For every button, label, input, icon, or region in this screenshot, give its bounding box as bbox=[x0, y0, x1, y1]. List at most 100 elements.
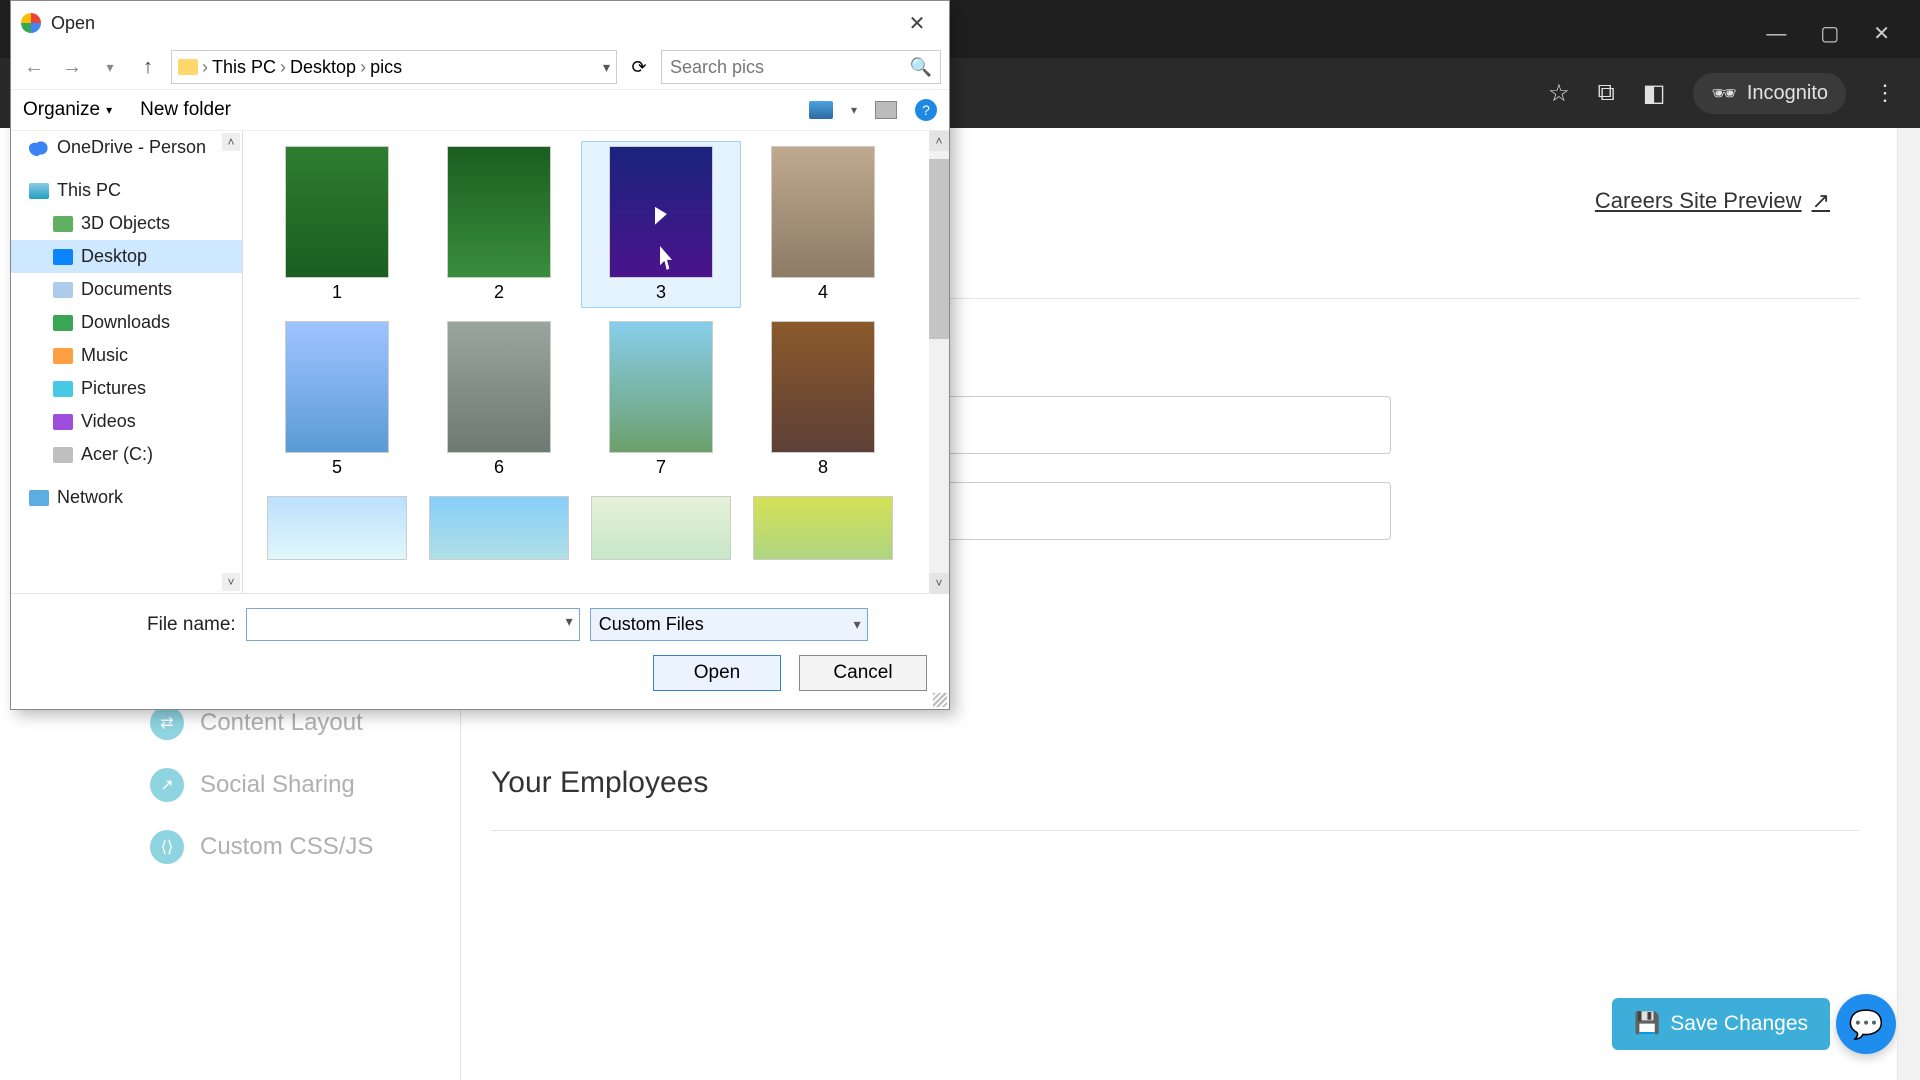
search-icon: 🔍 bbox=[910, 57, 932, 78]
thumbnail bbox=[267, 496, 407, 560]
window-close-icon[interactable]: ✕ bbox=[1873, 24, 1890, 44]
tree-desktop[interactable]: Desktop bbox=[11, 240, 242, 273]
thumbnail bbox=[285, 146, 389, 278]
open-button[interactable]: Open bbox=[653, 655, 781, 691]
file-item-partial[interactable] bbox=[581, 491, 741, 565]
search-input[interactable]: Search pics 🔍 bbox=[661, 50, 941, 84]
folder-tree: ˄ OneDrive - Person This PC 3D Objects D… bbox=[11, 131, 243, 593]
breadcrumb-dropdown-icon[interactable]: ▾ bbox=[603, 59, 610, 76]
sidepanel-icon[interactable]: ◧ bbox=[1643, 79, 1666, 108]
tree-scroll-down-icon[interactable]: ˅ bbox=[222, 573, 240, 591]
music-icon bbox=[53, 348, 73, 364]
dialog-close-button[interactable]: ✕ bbox=[895, 11, 939, 36]
file-name: 8 bbox=[818, 457, 828, 478]
resize-grip[interactable] bbox=[933, 693, 947, 707]
tree-network[interactable]: Network bbox=[11, 481, 242, 514]
file-type-select[interactable]: Custom Files bbox=[590, 608, 868, 641]
nav-dot-icon: ⟨⟩ bbox=[150, 830, 184, 864]
careers-preview-link[interactable]: Careers Site Preview ↗ bbox=[1595, 188, 1830, 214]
file-item-1[interactable]: 1 bbox=[257, 141, 417, 308]
help-icon[interactable]: ? bbox=[915, 99, 937, 121]
view-mode-button[interactable] bbox=[809, 101, 833, 119]
browser-menu-icon[interactable]: ⋮ bbox=[1874, 80, 1896, 106]
refresh-icon[interactable]: ⟳ bbox=[625, 57, 653, 78]
cloud-icon bbox=[29, 140, 49, 156]
thumbnail bbox=[285, 321, 389, 453]
save-changes-button[interactable]: 💾 Save Changes bbox=[1612, 998, 1830, 1050]
thumbnail bbox=[447, 321, 551, 453]
breadcrumb-desktop[interactable]: Desktop bbox=[290, 57, 356, 78]
tree-label: Desktop bbox=[81, 246, 147, 267]
file-item-3[interactable]: 3 bbox=[581, 141, 741, 308]
file-item-partial[interactable] bbox=[419, 491, 579, 565]
tree-this-pc[interactable]: This PC bbox=[11, 174, 242, 207]
tree-label: Acer (C:) bbox=[81, 444, 153, 465]
file-item-partial[interactable] bbox=[257, 491, 417, 565]
chevron-right-icon: › bbox=[360, 57, 366, 78]
file-item-2[interactable]: 2 bbox=[419, 141, 579, 308]
drive-icon bbox=[53, 447, 73, 463]
file-item-8[interactable]: 8 bbox=[743, 316, 903, 483]
preview-link-text: Careers Site Preview bbox=[1595, 188, 1802, 214]
nav-forward-icon[interactable]: → bbox=[57, 56, 87, 79]
new-folder-button[interactable]: New folder bbox=[140, 99, 231, 121]
breadcrumb-this-pc[interactable]: This PC bbox=[212, 57, 276, 78]
window-controls: — ▢ ✕ bbox=[1766, 24, 1890, 44]
tree-label: Music bbox=[81, 345, 128, 366]
bookmark-star-icon[interactable]: ☆ bbox=[1548, 79, 1570, 108]
nav-dot-icon: ↗ bbox=[150, 768, 184, 802]
file-item-4[interactable]: 4 bbox=[743, 141, 903, 308]
incognito-chip[interactable]: 🕶 Incognito bbox=[1693, 73, 1846, 114]
nav-label: Social Sharing bbox=[200, 771, 355, 799]
window-maximize-icon[interactable]: ▢ bbox=[1820, 24, 1839, 44]
tree-downloads[interactable]: Downloads bbox=[11, 306, 242, 339]
nav-item-social-sharing[interactable]: ↗ Social Sharing bbox=[150, 768, 430, 802]
scroll-down-icon[interactable]: ˅ bbox=[929, 573, 949, 593]
network-icon bbox=[29, 490, 49, 506]
preview-pane-button[interactable] bbox=[875, 101, 897, 119]
file-item-6[interactable]: 6 bbox=[419, 316, 579, 483]
view-mode-chevron-icon[interactable]: ▾ bbox=[851, 103, 857, 117]
thumbnail bbox=[591, 496, 731, 560]
file-name: 1 bbox=[332, 282, 342, 303]
window-minimize-icon[interactable]: — bbox=[1766, 24, 1786, 44]
tree-label: OneDrive - Person bbox=[57, 137, 206, 158]
file-item-partial[interactable] bbox=[743, 491, 903, 565]
file-scrollbar[interactable]: ˄ ˅ bbox=[929, 131, 949, 593]
organize-label: Organize bbox=[23, 99, 100, 121]
file-type-value: Custom Files bbox=[599, 614, 704, 635]
nav-item-custom-css[interactable]: ⟨⟩ Custom CSS/JS bbox=[150, 830, 430, 864]
tree-music[interactable]: Music bbox=[11, 339, 242, 372]
file-item-7[interactable]: 7 bbox=[581, 316, 741, 483]
intercom-launcher[interactable]: 💬 bbox=[1836, 994, 1896, 1054]
scroll-up-icon[interactable]: ˄ bbox=[929, 131, 949, 151]
tree-acer-c[interactable]: Acer (C:) bbox=[11, 438, 242, 471]
file-grid-pane: 1 2 3 4 5 6 7 8 ˄ ˅ bbox=[243, 131, 949, 593]
folder-icon bbox=[178, 59, 198, 75]
tree-onedrive[interactable]: OneDrive - Person bbox=[11, 131, 242, 164]
file-item-5[interactable]: 5 bbox=[257, 316, 417, 483]
tree-pictures[interactable]: Pictures bbox=[11, 372, 242, 405]
tree-3d-objects[interactable]: 3D Objects bbox=[11, 207, 242, 240]
file-name-label: File name: bbox=[147, 614, 236, 636]
nav-recent-chevron-icon[interactable]: ▾ bbox=[95, 59, 125, 76]
chevron-right-icon: › bbox=[202, 57, 208, 78]
cancel-button-label: Cancel bbox=[833, 662, 892, 683]
organize-menu[interactable]: Organize ▾ bbox=[23, 99, 112, 121]
cancel-button[interactable]: Cancel bbox=[799, 655, 927, 691]
search-placeholder: Search pics bbox=[670, 57, 764, 78]
tree-scroll-up-icon[interactable]: ˄ bbox=[222, 133, 240, 151]
tree-documents[interactable]: Documents bbox=[11, 273, 242, 306]
nav-up-icon[interactable]: ↑ bbox=[133, 56, 163, 79]
breadcrumb-bar[interactable]: › This PC › Desktop › pics ▾ bbox=[171, 50, 617, 84]
extensions-icon[interactable]: ⧉ bbox=[1598, 79, 1615, 107]
nav-back-icon[interactable]: ← bbox=[19, 56, 49, 79]
dialog-titlebar: Open ✕ bbox=[11, 1, 949, 45]
dialog-footer: File name: Custom Files Open Cancel bbox=[11, 593, 949, 709]
tree-videos[interactable]: Videos bbox=[11, 405, 242, 438]
scroll-thumb[interactable] bbox=[929, 159, 949, 339]
nav-item-content-layout[interactable]: ⇄ Content Layout bbox=[150, 706, 430, 740]
thumbnail bbox=[771, 146, 875, 278]
file-name-input[interactable] bbox=[246, 608, 580, 641]
breadcrumb-pics[interactable]: pics bbox=[370, 57, 402, 78]
